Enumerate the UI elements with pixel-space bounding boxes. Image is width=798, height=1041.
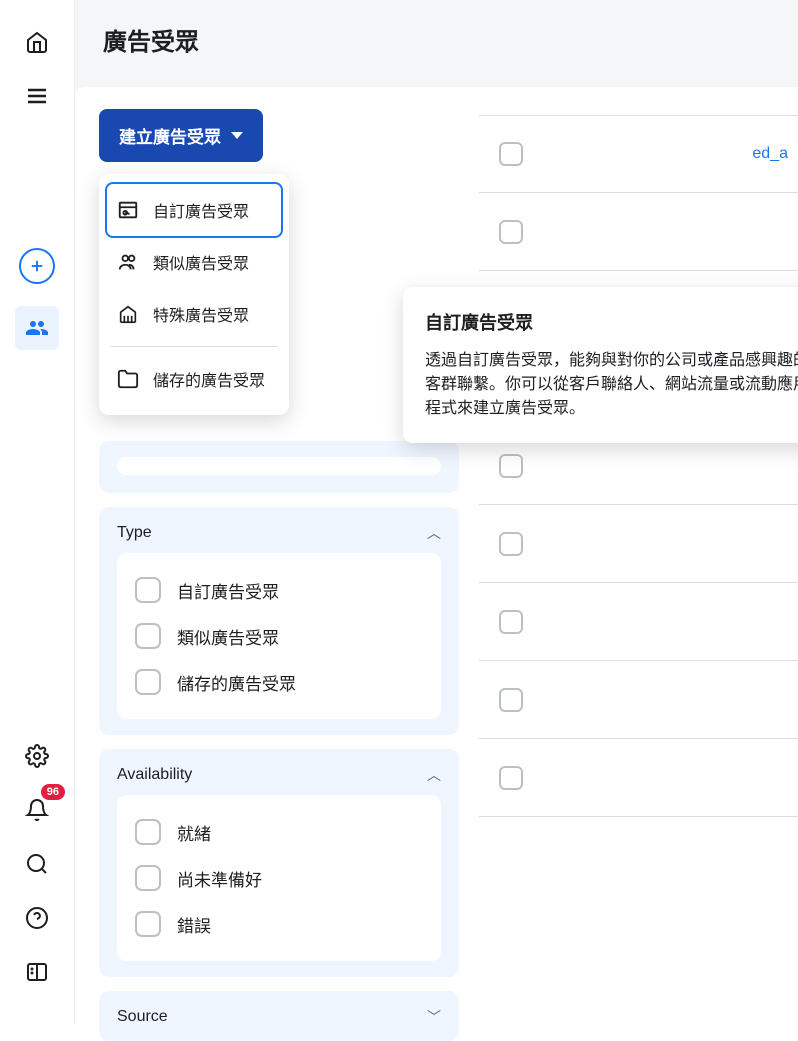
content-area: 建立廣告受眾 自訂廣告受眾 類似廣告受眾 特殊廣告受眾 bbox=[75, 87, 798, 1041]
checkbox[interactable] bbox=[135, 577, 161, 603]
nav-notifications-icon[interactable]: 96 bbox=[15, 788, 59, 832]
chevron-up-icon: ︿ bbox=[427, 523, 441, 543]
row-checkbox[interactable] bbox=[499, 454, 523, 478]
nav-menu-icon[interactable] bbox=[15, 74, 59, 118]
checkbox[interactable] bbox=[135, 669, 161, 695]
filters-column: 建立廣告受眾 自訂廣告受眾 類似廣告受眾 特殊廣告受眾 bbox=[99, 109, 459, 1041]
custom-audience-tooltip: 自訂廣告受眾 透過自訂廣告受眾，能夠與對你的公司或產品感興趣的客群聯繫。你可以從… bbox=[403, 287, 798, 443]
dropdown-item-special-audience[interactable]: 特殊廣告受眾 bbox=[107, 288, 281, 340]
filter-option[interactable]: 錯誤 bbox=[135, 901, 423, 947]
nav-audience-icon[interactable] bbox=[15, 306, 59, 350]
nav-help-icon[interactable] bbox=[15, 896, 59, 940]
table-row[interactable] bbox=[479, 661, 798, 739]
filter-type-section: Type ︿ 自訂廣告受眾 類似廣告受眾 儲存的廣告受眾 bbox=[99, 507, 459, 735]
row-checkbox[interactable] bbox=[499, 766, 523, 790]
nav-add-icon[interactable] bbox=[19, 248, 55, 284]
filter-option[interactable]: 就緒 bbox=[135, 809, 423, 855]
page-title: 廣告受眾 bbox=[103, 22, 770, 57]
dropdown-item-lookalike-audience[interactable]: 類似廣告受眾 bbox=[107, 236, 281, 288]
filter-option[interactable]: 尚未準備好 bbox=[135, 855, 423, 901]
nav-search-icon[interactable] bbox=[15, 842, 59, 886]
audience-table: ed_a bbox=[479, 109, 798, 1041]
table-row[interactable]: ed_a bbox=[479, 115, 798, 193]
dropdown-item-saved-audience[interactable]: 儲存的廣告受眾 bbox=[107, 353, 281, 405]
row-checkbox[interactable] bbox=[499, 142, 523, 166]
filter-type-header[interactable]: Type ︿ bbox=[117, 523, 441, 543]
filter-source-header[interactable]: Source ﹀ bbox=[117, 1007, 441, 1027]
create-dropdown: 自訂廣告受眾 類似廣告受眾 特殊廣告受眾 儲存的廣告受眾 bbox=[99, 174, 289, 415]
checkbox[interactable] bbox=[135, 865, 161, 891]
row-checkbox[interactable] bbox=[499, 688, 523, 712]
checkbox[interactable] bbox=[135, 819, 161, 845]
tooltip-body: 透過自訂廣告受眾，能夠與對你的公司或產品感興趣的客群聯繫。你可以從客戶聯絡人、網… bbox=[425, 349, 798, 421]
chevron-down-icon: ﹀ bbox=[427, 1007, 441, 1027]
table-row[interactable] bbox=[479, 583, 798, 661]
filter-option[interactable]: 儲存的廣告受眾 bbox=[135, 659, 423, 705]
row-checkbox[interactable] bbox=[499, 220, 523, 244]
tooltip-title: 自訂廣告受眾 bbox=[425, 309, 798, 335]
table-row[interactable] bbox=[479, 505, 798, 583]
filter-option[interactable]: 自訂廣告受眾 bbox=[135, 567, 423, 613]
chevron-up-icon: ︿ bbox=[427, 765, 441, 785]
dropdown-item-custom-audience[interactable]: 自訂廣告受眾 bbox=[107, 184, 281, 236]
table-row[interactable] bbox=[479, 739, 798, 817]
nav-home-icon[interactable] bbox=[15, 20, 59, 64]
filter-type-section bbox=[99, 441, 459, 493]
notification-badge: 96 bbox=[41, 784, 65, 800]
table-row[interactable] bbox=[479, 193, 798, 271]
main-content: 廣告受眾 建立廣告受眾 自訂廣告受眾 類似廣告受眾 特殊廣告受眾 bbox=[75, 0, 798, 1024]
filter-option[interactable]: 類似廣告受眾 bbox=[135, 613, 423, 659]
create-audience-button[interactable]: 建立廣告受眾 bbox=[99, 109, 263, 162]
row-checkbox[interactable] bbox=[499, 610, 523, 634]
checkbox[interactable] bbox=[135, 623, 161, 649]
filter-source-section: Source ﹀ bbox=[99, 991, 459, 1041]
row-checkbox[interactable] bbox=[499, 532, 523, 556]
filter-availability-header[interactable]: Availability ︿ bbox=[117, 765, 441, 785]
page-header: 廣告受眾 bbox=[75, 0, 798, 87]
dropdown-divider bbox=[111, 346, 277, 347]
checkbox[interactable] bbox=[135, 911, 161, 937]
left-nav: 96 bbox=[0, 0, 75, 1024]
nav-settings-icon[interactable] bbox=[15, 734, 59, 778]
filter-availability-section: Availability ︿ 就緒 尚未準備好 錯誤 bbox=[99, 749, 459, 977]
nav-panel-icon[interactable] bbox=[15, 950, 59, 994]
